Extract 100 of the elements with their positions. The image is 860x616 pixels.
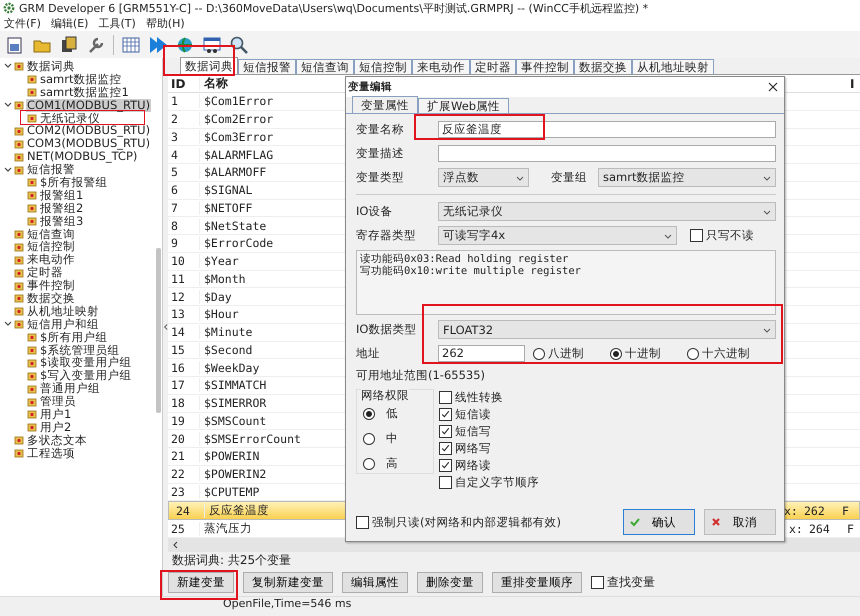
tab[interactable]: 从机地址映射 [632, 59, 714, 74]
checkbox[interactable] [439, 408, 452, 421]
tab[interactable]: 短信查询 [296, 59, 354, 74]
tree-item[interactable]: 用户2 [39, 420, 72, 434]
confirm-button[interactable]: 确认 [623, 509, 695, 535]
select-field[interactable]: samrt数据监控 [598, 168, 776, 187]
tree-item[interactable]: 来电动作 [26, 253, 76, 266]
checkbox[interactable] [690, 229, 703, 242]
tree-item[interactable]: $所有报警组 [39, 176, 108, 189]
action-button[interactable]: 新建变量 [168, 572, 234, 593]
tree-item[interactable]: 短信控制 [26, 240, 76, 254]
radio-button[interactable] [687, 348, 699, 360]
tree-item[interactable]: 短信用户和组 [26, 318, 100, 331]
tab[interactable]: 数据交换 [574, 59, 632, 74]
checkbox[interactable] [591, 576, 604, 589]
info-line: 写功能码0x10:write multiple register [360, 265, 582, 277]
tree-item[interactable]: 报警组3 [39, 214, 84, 228]
search-icon[interactable] [229, 34, 249, 54]
action-button[interactable]: 复制新建变量 [243, 572, 333, 593]
input-field[interactable] [438, 145, 776, 162]
tab[interactable]: 来电动作 [412, 59, 470, 74]
radio-button[interactable] [533, 348, 545, 360]
tab[interactable]: 数据词典 [180, 57, 238, 74]
tree-item[interactable]: samrt数据监控 [39, 72, 122, 86]
radio-button[interactable] [610, 348, 622, 360]
tree-item[interactable]: 短信查询 [26, 228, 76, 240]
menu-item[interactable]: 帮助(H) [146, 16, 185, 31]
tree-item[interactable]: samrt数据监控1 [39, 86, 130, 99]
tab[interactable]: 扩展Web属性 [418, 98, 510, 113]
tree-item[interactable]: 报警组1 [39, 188, 84, 202]
text-area[interactable]: 读功能码0x03:Read holding register 写功能码0x10:write multiple register [356, 250, 776, 315]
tree-item[interactable]: COM1(MODBUS_RTU) [26, 98, 152, 112]
tree-item[interactable]: 多状态文本 [26, 434, 88, 447]
tree-item[interactable]: 管理员 [39, 395, 77, 408]
chevron-icon[interactable] [4, 101, 12, 110]
select-field[interactable]: 浮点数 [438, 168, 529, 187]
tab[interactable]: 短信控制 [354, 59, 412, 74]
checkbox-label: 网络写 [455, 441, 491, 456]
tab[interactable]: 定时器 [470, 59, 516, 74]
radio-button[interactable] [363, 458, 375, 470]
tree-item[interactable]: 短信报警 [26, 163, 76, 176]
scrollbar[interactable] [156, 248, 161, 413]
tree-item[interactable]: 普通用户组 [39, 382, 101, 396]
pages-icon[interactable] [59, 34, 79, 54]
tree-item[interactable]: 数据词典 [26, 60, 76, 73]
tree-item[interactable]: 定时器 [26, 266, 64, 280]
column-header[interactable]: I [850, 76, 860, 90]
folder-icon [27, 177, 37, 188]
tree-item[interactable]: COM2(MODBUS_RTU) [26, 124, 152, 138]
tree-item[interactable]: 工程选项 [26, 446, 76, 460]
radio-button[interactable] [363, 432, 375, 444]
action-button[interactable]: 重排变量顺序 [492, 572, 582, 593]
tree-item[interactable]: 从机地址映射 [26, 304, 100, 318]
close-icon[interactable] [768, 82, 778, 92]
tree-item[interactable]: 报警组2 [39, 202, 84, 215]
tree-item[interactable]: NET(MODBUS_TCP) [26, 150, 138, 164]
tree-item[interactable]: $读取变量用户组 [39, 356, 132, 370]
chevron-icon[interactable] [4, 166, 12, 174]
column-header[interactable]: ID [168, 76, 200, 90]
globe-icon[interactable] [175, 34, 195, 54]
checkbox[interactable] [439, 425, 452, 438]
tree-item[interactable]: $写入变量用户组 [39, 369, 132, 382]
folder-icon [14, 164, 24, 175]
scroll-left-icon[interactable] [172, 540, 178, 549]
tab[interactable]: 变量属性 [352, 96, 418, 113]
menu-item[interactable]: 文件(F) [4, 16, 41, 31]
play-icon[interactable] [148, 34, 168, 54]
select-field[interactable]: 无纸记录仪 [438, 202, 776, 221]
table-cell-text: $NetState [203, 218, 268, 233]
input-field[interactable]: 262 [438, 345, 525, 362]
tree-item[interactable]: 用户1 [39, 408, 72, 421]
checkbox[interactable] [439, 459, 452, 472]
select-field[interactable]: FLOAT32 [438, 320, 776, 339]
tree-item[interactable]: $系统管理员组 [39, 344, 120, 356]
radio-button[interactable] [363, 408, 375, 420]
menu-item[interactable]: 编辑(E) [50, 16, 88, 31]
checkbox[interactable] [439, 391, 452, 404]
table-cell: 22 [168, 467, 200, 482]
tab[interactable]: 短信报警 [238, 59, 296, 74]
tab[interactable]: 事件控制 [516, 59, 574, 74]
checkbox-label: 强制只读(对网络和内部逻辑都有效) [372, 514, 561, 530]
chevron-down-icon [763, 174, 771, 182]
menu-item[interactable]: 工具(T) [98, 16, 136, 31]
tree-item[interactable]: COM3(MODBUS_RTU) [26, 137, 152, 150]
action-button[interactable]: 删除变量 [417, 572, 483, 593]
checkbox[interactable] [439, 442, 452, 455]
collapse-icon[interactable] [163, 323, 168, 331]
tree-item[interactable]: $所有用户组 [39, 330, 108, 344]
cancel-button[interactable]: 取消 [704, 509, 776, 535]
tree-item[interactable]: 数据交换 [26, 292, 76, 305]
checkbox[interactable] [356, 516, 369, 528]
checkbox[interactable] [439, 476, 452, 489]
tree-item[interactable]: 无纸记录仪 [39, 112, 101, 124]
action-button[interactable]: 编辑属性 [342, 572, 408, 593]
chevron-icon[interactable] [4, 62, 12, 70]
grid-icon[interactable] [121, 34, 141, 54]
tree-item[interactable]: 事件控制 [26, 279, 76, 292]
select-field[interactable]: 可读写字4x [438, 226, 677, 245]
chevron-icon[interactable] [4, 320, 12, 328]
input-field[interactable]: 反应釜温度 [438, 121, 776, 138]
